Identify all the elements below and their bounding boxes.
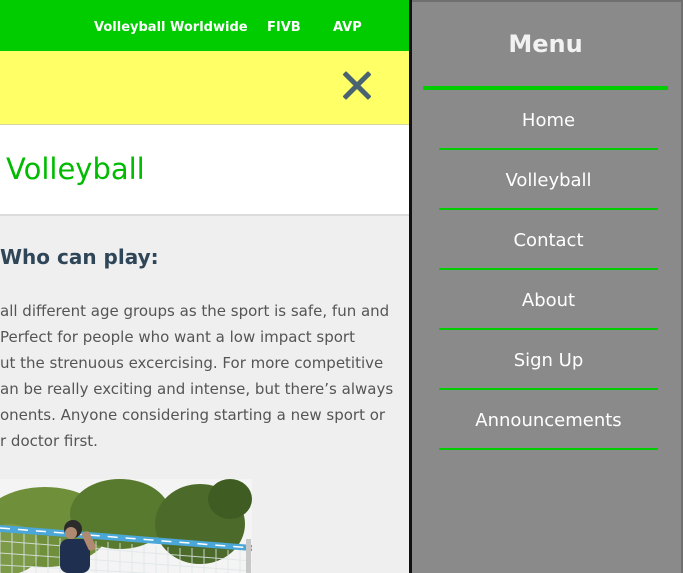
menu-item-sign-up[interactable]: Sign Up bbox=[439, 330, 658, 390]
menu-item-volleyball[interactable]: Volleyball bbox=[439, 150, 658, 210]
paragraph-line: Perfect for people who want a low impact… bbox=[0, 328, 355, 346]
menu-item-label[interactable]: Contact bbox=[513, 230, 583, 251]
menu-item-label[interactable]: Sign Up bbox=[514, 350, 584, 371]
top-nav-bar: Volleyball Worldwide FIVB AVP bbox=[0, 0, 409, 51]
close-menu-icon[interactable] bbox=[338, 67, 376, 105]
menu-item-home[interactable]: Home bbox=[439, 90, 658, 150]
volleyball-photo bbox=[0, 479, 252, 573]
menu-item-label[interactable]: Announcements bbox=[475, 410, 621, 431]
paragraph-line: an be really exciting and intense, but t… bbox=[0, 380, 394, 398]
menu-item-label[interactable]: About bbox=[522, 290, 575, 311]
menu-item-about[interactable]: About bbox=[439, 270, 658, 330]
nav-link-avp[interactable]: AVP bbox=[333, 20, 362, 35]
menu-item-label[interactable]: Volleyball bbox=[505, 170, 591, 191]
menu-title: Menu bbox=[508, 30, 583, 58]
paragraph-line: onents. Anyone considering starting a ne… bbox=[0, 406, 386, 424]
menu-item-contact[interactable]: Contact bbox=[439, 210, 658, 270]
body-paragraph: all different age groups as the sport is… bbox=[0, 298, 394, 454]
nav-link-fivb[interactable]: FIVB bbox=[267, 20, 301, 35]
page-title-bar: Volleyball bbox=[0, 125, 409, 216]
page-title: Volleyball bbox=[6, 152, 145, 186]
menu-item-label[interactable]: Home bbox=[522, 110, 575, 131]
section-heading: Who can play: bbox=[0, 245, 159, 269]
paragraph-line: r doctor first. bbox=[0, 432, 98, 450]
menu-item-announcements[interactable]: Announcements bbox=[439, 390, 658, 450]
menu-list: Home Volleyball Contact About Sign Up An… bbox=[439, 90, 658, 450]
nav-link-volleyball-worldwide[interactable]: Volleyball Worldwide bbox=[94, 20, 248, 35]
main-page: Volleyball Worldwide FIVB AVP Volleyball… bbox=[0, 0, 409, 573]
side-menu: Menu Home Volleyball Contact About Sign … bbox=[412, 0, 683, 573]
paragraph-line: all different age groups as the sport is… bbox=[0, 302, 390, 320]
paragraph-line: ut the strenuous excercising. For more c… bbox=[0, 354, 384, 372]
